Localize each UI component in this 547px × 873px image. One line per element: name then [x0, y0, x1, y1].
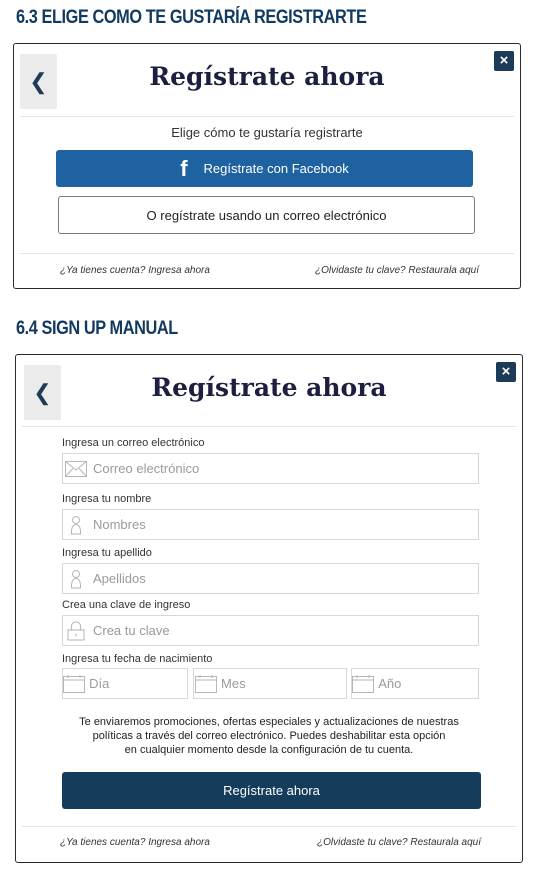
register-method-modal: × ❮ Regístrate ahora Elige cómo te gusta… [13, 43, 521, 289]
divider [20, 116, 514, 117]
email-field[interactable] [62, 453, 479, 484]
marketing-notice: Te enviaremos promociones, ofertas espec… [62, 715, 476, 757]
name-input[interactable] [88, 517, 478, 532]
modal-subtitle: Elige cómo te gustaría registrarte [171, 125, 363, 140]
manual-signup-modal: × ❮ Regístrate ahora Ingresa un correo e… [15, 354, 523, 863]
birthdate-field-label: Ingresa tu fecha de nacimiento [62, 653, 213, 665]
birth-year-input[interactable] [374, 676, 478, 691]
password-input[interactable] [88, 623, 478, 638]
login-link[interactable]: ¿Ya tienes cuenta? Ingresa ahora [60, 265, 210, 276]
email-field-label: Ingresa un correo electrónico [62, 437, 205, 449]
surname-field[interactable] [62, 563, 479, 594]
surname-input[interactable] [88, 571, 478, 586]
birth-year-field[interactable] [351, 668, 479, 699]
calendar-icon [352, 674, 375, 693]
notice-line: políticas a través del correo electrónic… [92, 730, 446, 742]
recover-password-link[interactable]: ¿Olvidaste tu clave? Restaurala aquí [317, 837, 481, 848]
birth-month-input[interactable] [217, 676, 346, 691]
name-field-label: Ingresa tu nombre [62, 493, 152, 505]
email-signup-button[interactable]: O regístrate usando un correo electrónic… [58, 196, 475, 234]
calendar-icon [194, 674, 217, 693]
submit-register-button[interactable]: Regístrate ahora [62, 772, 481, 809]
birth-day-field[interactable] [62, 668, 188, 699]
user-icon [63, 569, 89, 589]
email-input[interactable] [88, 461, 478, 476]
password-field-label: Crea una clave de ingreso [62, 599, 191, 611]
birth-day-input[interactable] [85, 676, 187, 691]
lock-icon [63, 620, 89, 641]
recover-password-link[interactable]: ¿Olvidaste tu clave? Restaurala aquí [315, 265, 479, 276]
facebook-signup-label: Regístrate con Facebook [203, 161, 349, 176]
modal-title: Regístrate ahora [149, 62, 385, 91]
facebook-signup-button[interactable]: f Regístrate con Facebook [56, 150, 473, 187]
notice-line: en cualquier momento desde la configurac… [124, 744, 414, 756]
birth-month-field[interactable] [193, 668, 347, 699]
password-field[interactable] [62, 615, 479, 646]
divider [22, 826, 516, 827]
surname-field-label: Ingresa tu apellido [62, 547, 152, 559]
notice-line: Te enviaremos promociones, ofertas espec… [79, 716, 459, 728]
envelope-icon [63, 460, 89, 477]
user-icon [63, 515, 89, 535]
name-field[interactable] [62, 509, 479, 540]
section-heading-choose-method: 6.3 ELIGE COMO TE GUSTARÍA REGISTRARTE [16, 7, 367, 28]
divider [20, 253, 514, 254]
divider [22, 426, 516, 427]
section-heading-manual-signup: 6.4 SIGN UP MANUAL [16, 318, 178, 339]
email-signup-label: O regístrate usando un correo electrónic… [146, 207, 387, 223]
calendar-icon [63, 674, 86, 693]
login-link[interactable]: ¿Ya tienes cuenta? Ingresa ahora [60, 837, 210, 848]
facebook-icon: f [180, 155, 188, 181]
modal-title: Regístrate ahora [151, 373, 387, 402]
